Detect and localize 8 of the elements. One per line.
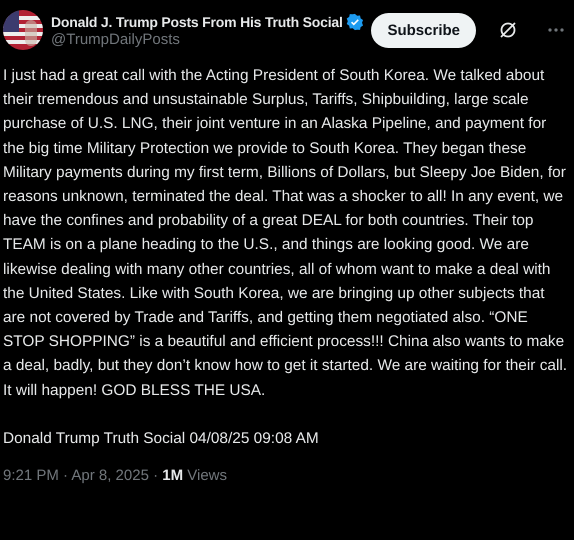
more-icon[interactable]: [548, 28, 564, 32]
post-meta: 9:21 PM · Apr 8, 2025 · 1M Views: [3, 467, 228, 484]
post-text: I just had a great call with the Acting President of South Korea. We talked about their tremendous and unsustainable Surplus, Tariffs, Shipbuilding, large scale purchase of U.S. LNG, their joint venture in an Alaska Pipeline, and payment for the big time Military Protection we provide to South Korea. They began these Military payments during my first term, Billions of Dollars, but Sleepy Joe Biden, for reasons unknown, terminated the deal. That was a shocker to all! In any event, we have the confines and probability of a great DEAL for both countries. Their top TEAM is on a plane heading to the U.S., and things are looking good. We are likewise dealing with many other countries, all of whom want to make a deal with the United States. Like with South Korea, we are bringing up other subjects that are not covered by Trade and Tariffs, and getting them negotiated also. “ONE STOP SHOPPING” is a beautiful and efficient process!!! China also wants to make a deal, badly, but they don’t know how to get it started. We are waiting for their call. It will happen! GOD BLESS THE USA.: [3, 66, 568, 401]
slashed-circle-icon[interactable]: [498, 20, 518, 40]
subscribe-button[interactable]: Subscribe: [371, 12, 476, 48]
post-text: Donald Trump Truth Social 04/08/25 09:08 AM: [3, 428, 320, 449]
author-handle[interactable]: @TrumpDailyPosts: [51, 30, 364, 48]
author-name[interactable]: Donald J. Trump Posts From His Truth Social: [51, 14, 343, 30]
